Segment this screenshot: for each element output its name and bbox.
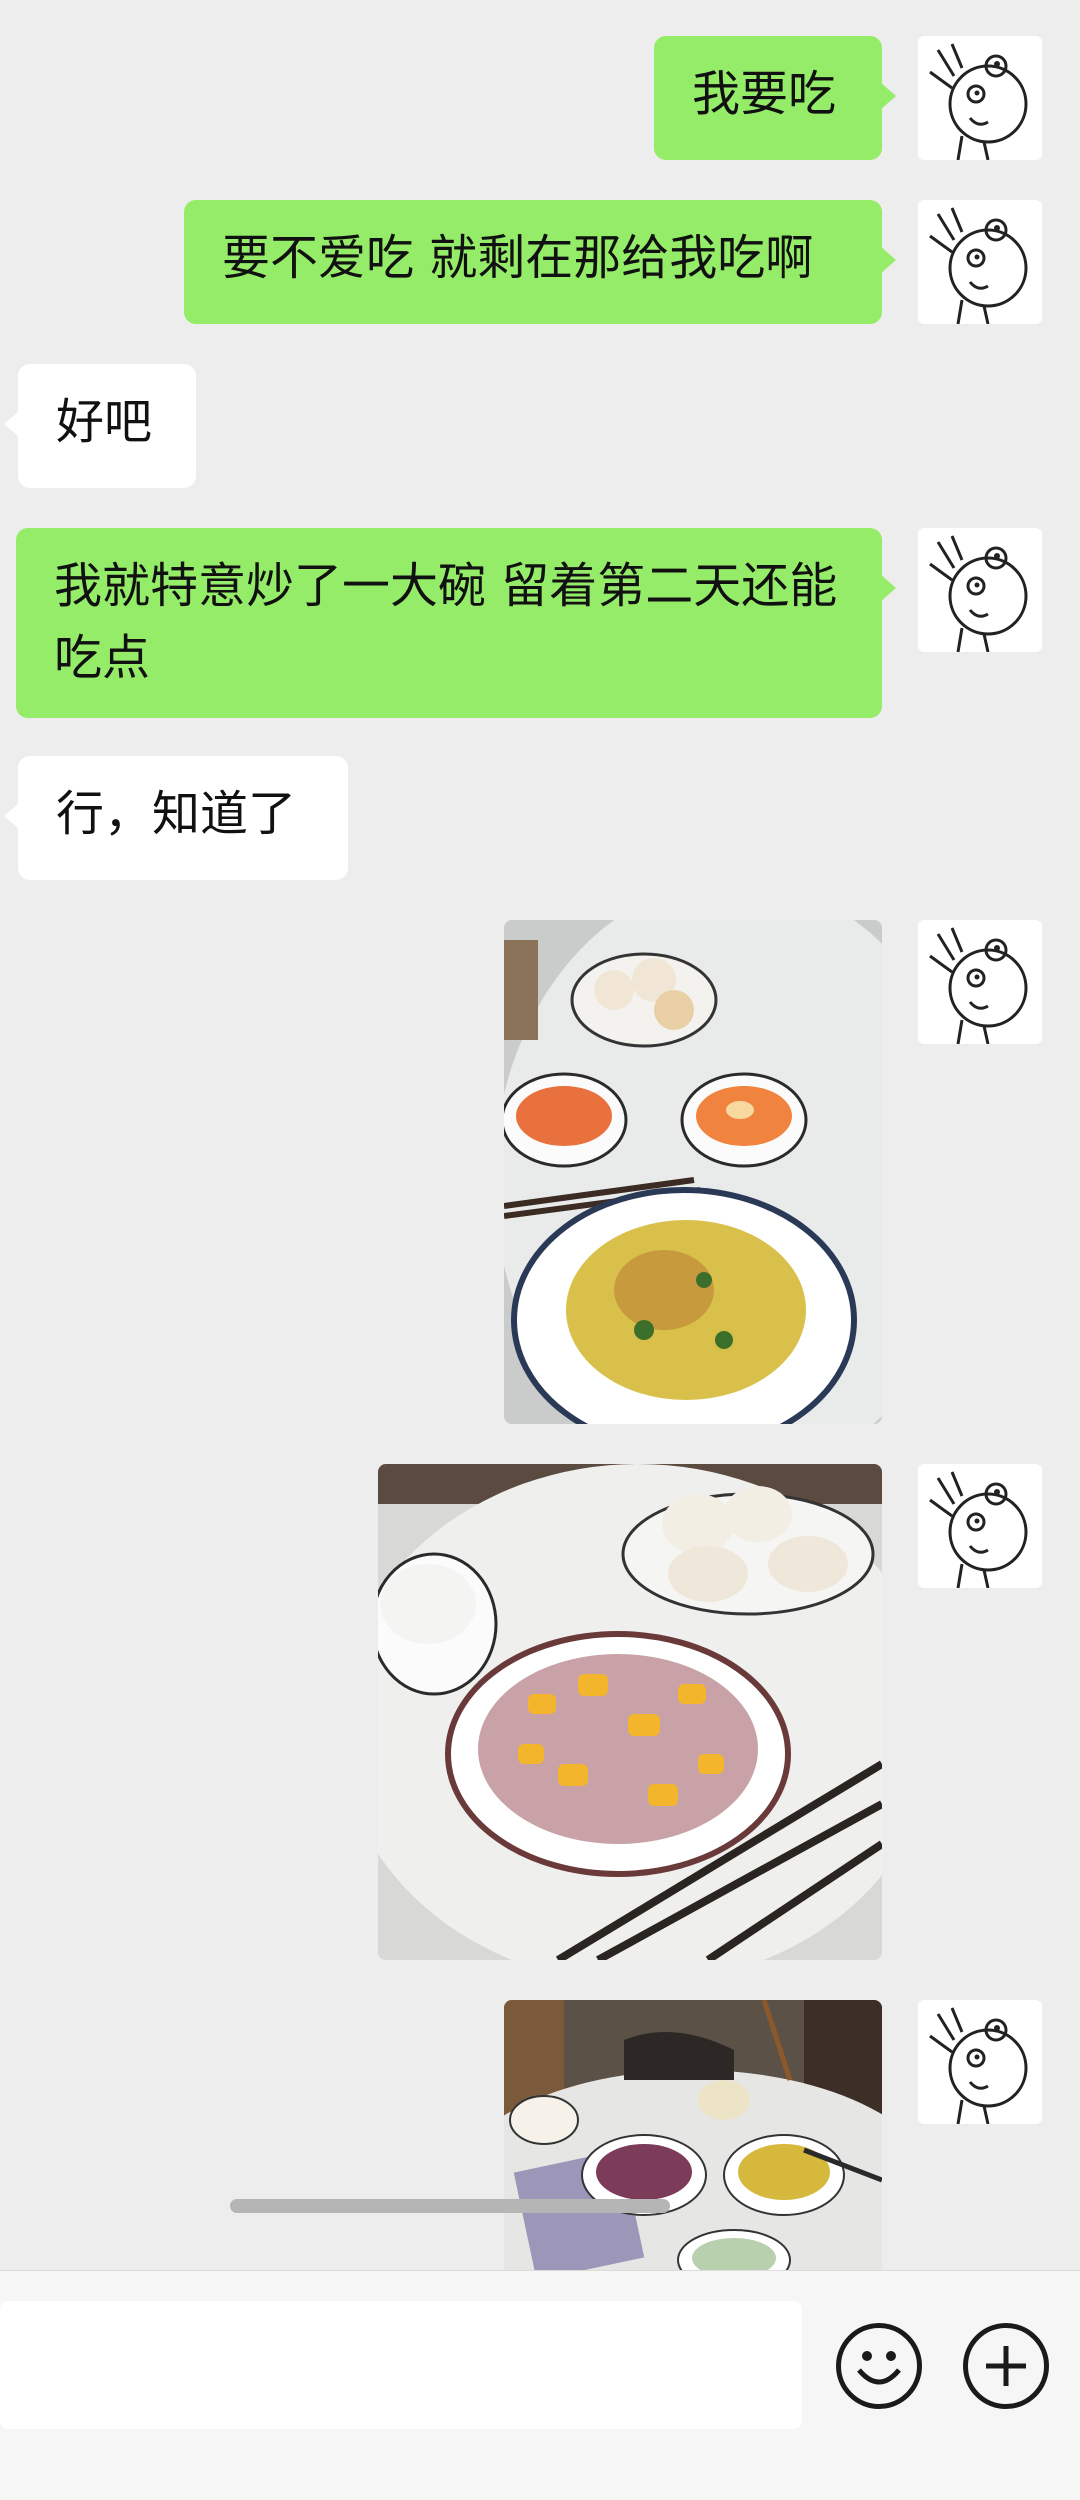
message-row <box>0 920 1080 1424</box>
message-bubble[interactable]: 要不爱吃 就剩在那给我吃啊 <box>184 200 896 324</box>
cartoon-face-icon <box>929 927 1028 1044</box>
message-row: 好吧 <box>0 364 1080 488</box>
food-photo-image <box>504 2000 882 2270</box>
food-photo[interactable] <box>504 2000 882 2270</box>
cartoon-face-icon <box>929 1471 1028 1588</box>
cartoon-face-icon <box>929 2007 1028 2124</box>
message-row: 行，知道了 <box>0 756 1080 880</box>
avatar[interactable] <box>918 528 1042 652</box>
message-row: 我就特意炒了一大碗 留着第二天还能吃点 <box>0 528 1080 718</box>
message-text: 行，知道了 <box>56 786 297 842</box>
message-text: 要不爱吃 就剩在那给我吃啊 <box>222 230 814 286</box>
avatar[interactable] <box>918 2000 1042 2124</box>
food-photo[interactable] <box>504 920 882 1424</box>
message-row <box>0 1464 1080 1960</box>
message-bubble[interactable]: 我要吃 <box>654 36 896 160</box>
cartoon-face-icon <box>929 207 1028 324</box>
message-bubble[interactable]: 好吧 <box>4 364 196 488</box>
avatar[interactable] <box>918 920 1042 1044</box>
food-photo[interactable] <box>378 1464 882 1960</box>
plus-icon <box>986 2346 1026 2386</box>
message-row: 我要吃 <box>0 36 1080 160</box>
avatar[interactable] <box>918 36 1042 160</box>
food-photo-image <box>504 920 882 1424</box>
message-text: 我就特意炒了一大碗 留着第二天还能吃点 <box>54 558 838 686</box>
message-text: 好吧 <box>56 394 153 450</box>
avatar[interactable] <box>918 200 1042 324</box>
input-bar <box>0 2270 1080 2500</box>
more-button[interactable] <box>963 2323 1049 2409</box>
emoji-button[interactable] <box>836 2323 922 2409</box>
message-input[interactable] <box>0 2301 802 2429</box>
message-text: 我要吃 <box>692 66 837 122</box>
chat-area: 我要吃 要不爱吃 就剩在那给我吃啊 好吧 我就特意炒了一大碗 留着第二天还能吃点… <box>0 0 1080 2270</box>
message-bubble[interactable]: 行，知道了 <box>4 756 348 880</box>
message-row <box>0 2000 1080 2270</box>
emoji-icon <box>857 2351 901 2385</box>
home-indicator <box>230 2199 670 2213</box>
avatar[interactable] <box>918 1464 1042 1588</box>
cartoon-face-icon <box>929 535 1028 652</box>
message-bubble[interactable]: 我就特意炒了一大碗 留着第二天还能吃点 <box>16 528 896 718</box>
food-photo-image <box>378 1464 882 1960</box>
message-row: 要不爱吃 就剩在那给我吃啊 <box>0 200 1080 324</box>
cartoon-face-icon <box>929 43 1028 160</box>
